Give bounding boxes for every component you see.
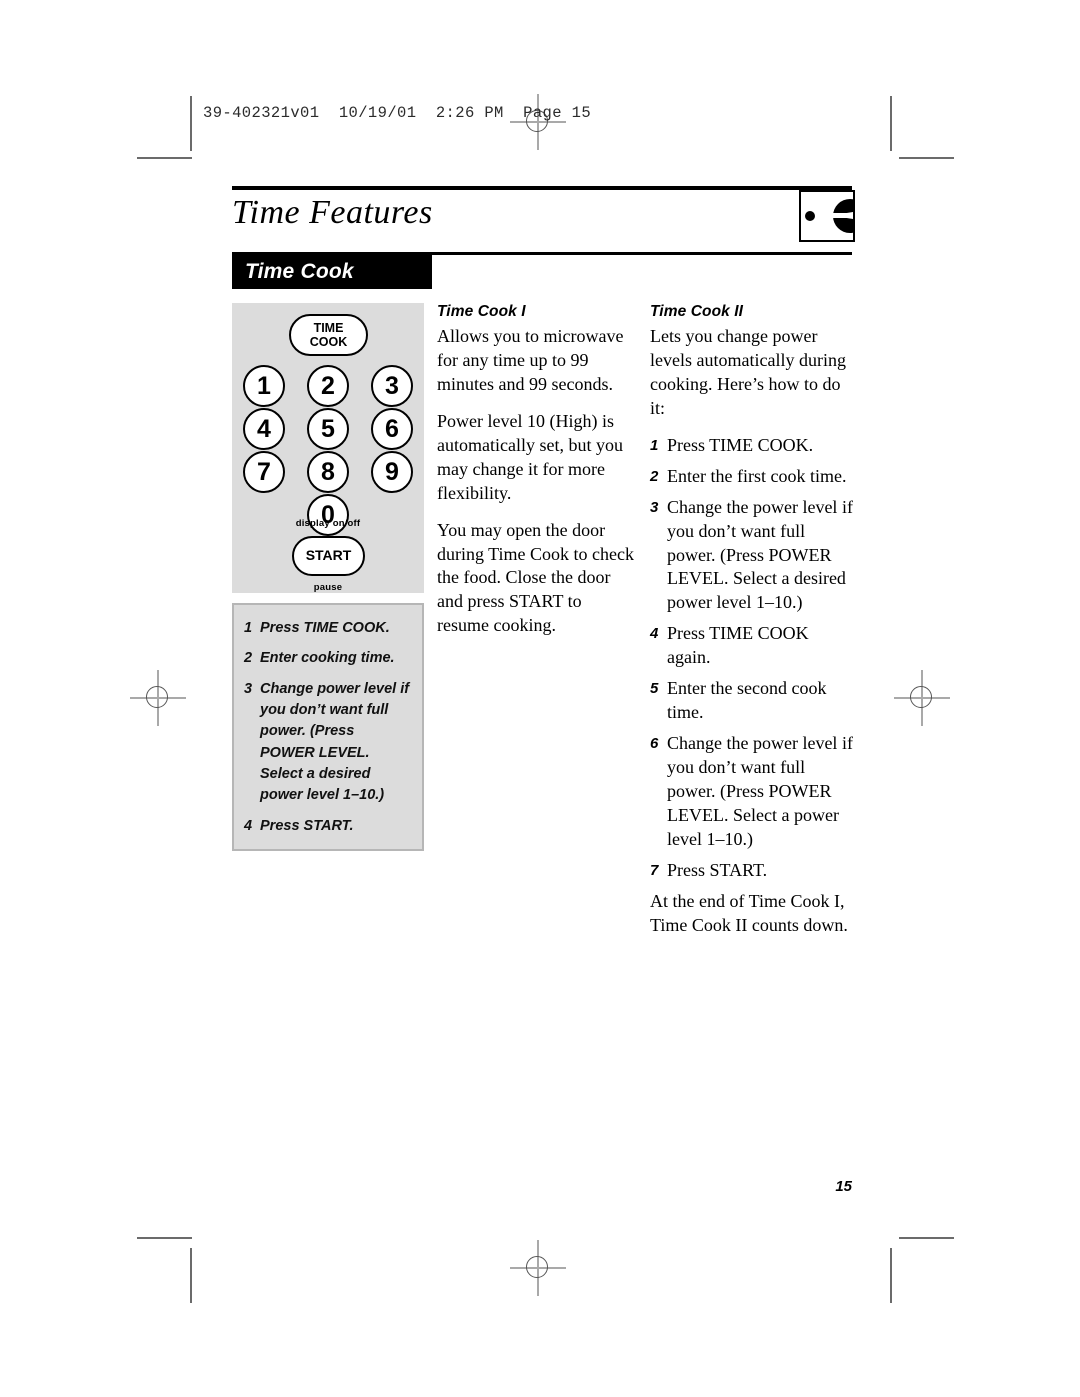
crop-mark-bottom-left-vertical xyxy=(190,1248,192,1303)
crop-mark-bottom-left-horizontal xyxy=(137,1237,192,1239)
page-title: Time Features xyxy=(232,194,433,231)
steps-box-item: 4 Press START. xyxy=(244,816,410,837)
step-text: Enter the first cook time. xyxy=(667,465,847,486)
display-on-off-label: display on/off xyxy=(295,518,361,529)
step-number: 2 xyxy=(650,467,659,485)
page-content: Time Features Time Cook TIME COOK 1 2 3 … xyxy=(232,186,855,935)
microwave-dial-icon xyxy=(799,190,855,242)
crop-mark-bottom-right-horizontal xyxy=(899,1237,954,1239)
step-number: 4 xyxy=(650,625,659,643)
page-number: 15 xyxy=(835,1178,852,1195)
time-cook-1-paragraph: Allows you to microwave for any time up … xyxy=(437,326,624,394)
time-cook-2-step: 6 Change the power level if you don’t wa… xyxy=(650,732,855,852)
step-text: Change the power level if you don’t want… xyxy=(667,733,853,849)
time-cook-1-paragraph: Power level 10 (High) is automatically s… xyxy=(437,410,623,503)
registration-mark-circle xyxy=(146,686,168,708)
pause-label: pause xyxy=(313,582,343,593)
time-cook-steps-box: 1 Press TIME COOK. 2 Enter cooking time.… xyxy=(232,603,424,851)
time-cook-2-step: 7 Press START. xyxy=(650,859,855,883)
keypad-key-9: 9 xyxy=(371,451,413,493)
time-cook-2-heading: Time Cook II xyxy=(650,303,744,320)
steps-box-item: 2 Enter cooking time. xyxy=(244,648,410,669)
section-banner: Time Cook xyxy=(232,255,432,289)
step-number: 1 xyxy=(650,436,659,454)
step-number: 6 xyxy=(650,735,659,753)
step-number: 7 xyxy=(650,861,659,879)
crop-mark-top-left-horizontal xyxy=(137,157,192,159)
registration-mark-circle xyxy=(910,686,932,708)
keypad-key-2: 2 xyxy=(307,365,349,407)
step-text: Enter the second cook time. xyxy=(667,678,827,723)
keypad-key-6: 6 xyxy=(371,408,413,450)
keypad-key-8: 8 xyxy=(307,451,349,493)
steps-box-item: 1 Press TIME COOK. xyxy=(244,618,410,639)
time-cook-1-heading: Time Cook I xyxy=(437,303,526,320)
crop-mark-top-right-horizontal xyxy=(899,157,954,159)
step-number: 5 xyxy=(650,680,659,698)
step-number: 2 xyxy=(244,650,253,667)
registration-mark-bottom xyxy=(510,1240,566,1296)
print-slug: 39-402321v01 10/19/01 2:26 PM Page 15 xyxy=(203,104,592,122)
crop-mark-top-right-vertical xyxy=(890,96,892,151)
time-cook-key: TIME COOK xyxy=(289,314,368,356)
registration-mark-circle xyxy=(526,1256,548,1278)
time-cook-2-step: 3 Change the power level if you don’t wa… xyxy=(650,496,855,616)
step-text: Press TIME COOK again. xyxy=(667,623,809,668)
time-cook-2-intro: Lets you change power levels automatical… xyxy=(650,326,846,418)
start-key: START xyxy=(292,536,365,576)
keypad-illustration: TIME COOK 1 2 3 4 5 6 7 8 9 0 display on… xyxy=(232,303,424,593)
step-text: Press TIME COOK. xyxy=(667,434,814,455)
time-cook-key-label-line1: TIME xyxy=(313,321,344,335)
step-number: 3 xyxy=(244,680,253,697)
time-cook-2-step: 4 Press TIME COOK again. xyxy=(650,622,855,670)
step-text: Press START. xyxy=(667,859,768,880)
folio-area: 15 xyxy=(232,1178,852,1200)
left-column: TIME COOK 1 2 3 4 5 6 7 8 9 0 display on… xyxy=(232,303,424,851)
time-cook-2-closing: At the end of Time Cook I, Time Cook II … xyxy=(650,890,848,935)
crop-mark-bottom-right-vertical xyxy=(890,1248,892,1303)
keypad-key-3: 3 xyxy=(371,365,413,407)
crop-mark-top-left-vertical xyxy=(190,96,192,151)
step-text: Change power level if you don’t want ful… xyxy=(260,680,410,804)
time-cook-1-column: Time Cook I Allows you to microwave for … xyxy=(437,303,637,638)
time-cook-2-step: 2 Enter the first cook time. xyxy=(650,465,855,489)
time-cook-2-step: 1 Press TIME COOK. xyxy=(650,434,855,458)
chapter-header: Time Features xyxy=(232,190,855,248)
time-cook-2-steps: 1 Press TIME COOK. 2 Enter the first coo… xyxy=(650,434,855,883)
keypad-key-5: 5 xyxy=(307,408,349,450)
steps-box-item: 3 Change power level if you don’t want f… xyxy=(244,679,410,807)
registration-mark-right xyxy=(894,670,950,726)
keypad-key-7: 7 xyxy=(243,451,285,493)
step-text: Enter cooking time. xyxy=(260,650,395,667)
keypad-key-0: 0 xyxy=(307,494,349,536)
step-number: 1 xyxy=(244,620,253,636)
step-text: Change the power level if you don’t want… xyxy=(667,496,853,613)
step-number: 3 xyxy=(650,498,659,516)
step-number: 4 xyxy=(244,817,253,834)
time-cook-1-paragraph: You may open the door during Time Cook t… xyxy=(437,519,634,636)
step-text: Press START. xyxy=(260,817,354,834)
time-cook-2-column: Time Cook II Lets you change power level… xyxy=(650,303,855,938)
section-banner-label: Time Cook xyxy=(245,260,354,283)
time-cook-key-label-line2: COOK xyxy=(309,335,348,349)
keypad-key-1: 1 xyxy=(243,365,285,407)
registration-mark-top xyxy=(510,94,566,150)
step-text: Press TIME COOK. xyxy=(260,620,390,636)
keypad-key-4: 4 xyxy=(243,408,285,450)
registration-mark-left xyxy=(130,670,186,726)
time-cook-2-step: 5 Enter the second cook time. xyxy=(650,677,855,725)
